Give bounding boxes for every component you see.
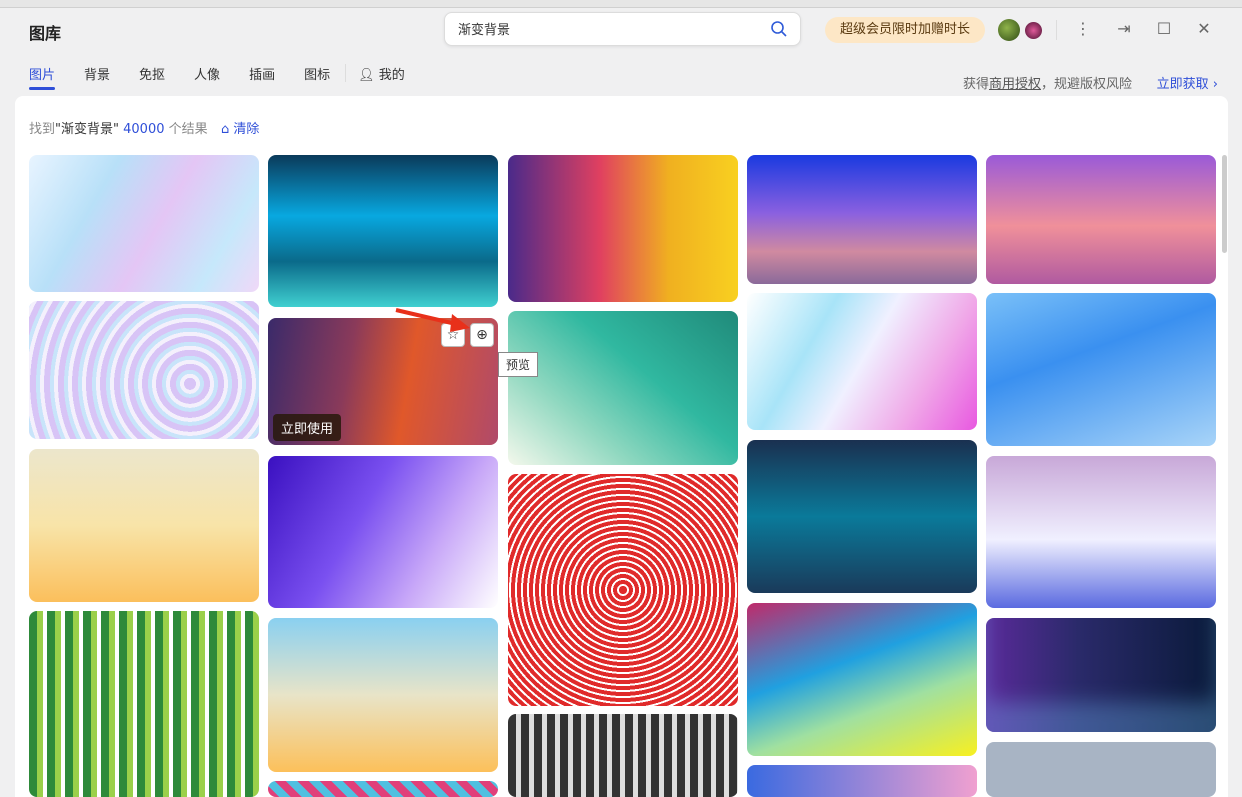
image-tile[interactable] bbox=[508, 474, 738, 706]
tab-divider bbox=[345, 64, 347, 82]
image-tile[interactable] bbox=[508, 155, 738, 302]
close-icon[interactable]: ✕ bbox=[1192, 16, 1216, 42]
image-tile[interactable] bbox=[986, 618, 1216, 732]
tab-illustrations[interactable]: 插画 bbox=[249, 64, 275, 90]
result-query: "渐变背景" bbox=[55, 122, 119, 137]
license-notice: 获得商用授权，规避版权风险 bbox=[963, 73, 1132, 92]
result-suffix: 个结果 bbox=[168, 122, 208, 137]
maximize-icon[interactable]: ☐ bbox=[1152, 16, 1176, 42]
more-icon[interactable]: ⋮ bbox=[1071, 16, 1095, 42]
exit-icon[interactable]: ⇥ bbox=[1112, 16, 1136, 42]
app-title: 图库 bbox=[29, 24, 62, 43]
image-tile[interactable] bbox=[747, 293, 977, 430]
browser-tab-strip bbox=[0, 0, 1242, 8]
clear-icon: ⌂ bbox=[221, 122, 230, 137]
preview-tooltip: 预览 bbox=[498, 352, 539, 377]
tab-images[interactable]: 图片 bbox=[29, 64, 56, 90]
tab-portraits[interactable]: 人像 bbox=[194, 64, 220, 90]
red-arrow-annotation bbox=[395, 308, 470, 332]
tab-icons[interactable]: 图标 bbox=[304, 64, 330, 90]
search-box[interactable] bbox=[444, 12, 801, 46]
license-link[interactable]: 商用授权 bbox=[989, 77, 1041, 92]
image-tile[interactable] bbox=[268, 618, 498, 772]
result-summary: 找到"渐变背景" 40000 个结果 bbox=[29, 118, 208, 137]
vip-promo-button[interactable]: 超级会员限时加赠时长 bbox=[825, 17, 985, 43]
result-prefix: 找到 bbox=[29, 122, 56, 137]
image-tile[interactable] bbox=[986, 293, 1216, 446]
image-tile[interactable] bbox=[508, 714, 738, 797]
search-input[interactable] bbox=[458, 21, 758, 36]
image-tile[interactable] bbox=[29, 301, 259, 439]
image-tile[interactable] bbox=[747, 765, 977, 797]
use-now-button[interactable]: 立即使用 bbox=[273, 414, 342, 441]
image-tile[interactable] bbox=[268, 456, 498, 608]
result-count: 40000 bbox=[123, 122, 165, 137]
get-license-link[interactable]: 立即获取 › bbox=[1157, 73, 1218, 92]
tab-backgrounds[interactable]: 背景 bbox=[84, 64, 110, 90]
category-tabs: 图片 背景 免抠 人像 插画 图标 👤︎ 我的 bbox=[29, 64, 434, 90]
clear-button[interactable]: ⌂ 清除 bbox=[221, 118, 259, 137]
get-license-label: 立即获取 bbox=[1156, 77, 1209, 92]
tab-cutouts[interactable]: 免抠 bbox=[139, 64, 165, 90]
divider bbox=[1056, 20, 1057, 40]
user-avatar[interactable] bbox=[998, 19, 1020, 41]
image-tile[interactable] bbox=[986, 155, 1216, 284]
license-suffix: ，规避版权风险 bbox=[1040, 77, 1132, 92]
image-tile[interactable] bbox=[268, 155, 498, 307]
image-tile[interactable] bbox=[747, 603, 977, 756]
tab-mine[interactable]: 👤︎ 我的 bbox=[358, 64, 405, 90]
chevron-right-icon: › bbox=[1212, 77, 1218, 92]
clear-label: 清除 bbox=[233, 122, 260, 137]
image-tile[interactable] bbox=[508, 311, 738, 465]
user-icon: 👤︎ bbox=[358, 68, 375, 83]
search-icon[interactable] bbox=[770, 20, 788, 42]
image-tile[interactable] bbox=[29, 155, 259, 292]
image-tile[interactable] bbox=[268, 781, 498, 797]
image-tile[interactable] bbox=[986, 456, 1216, 608]
image-tile[interactable] bbox=[29, 611, 259, 797]
image-tile-hovered[interactable]: 立即使用 ☆ ⊕ bbox=[268, 318, 498, 445]
image-tile[interactable] bbox=[29, 449, 259, 602]
image-tile[interactable] bbox=[747, 155, 977, 284]
image-tile[interactable] bbox=[747, 440, 977, 593]
image-tile[interactable] bbox=[986, 742, 1216, 797]
secondary-avatar[interactable] bbox=[1025, 22, 1042, 39]
tab-mine-label: 我的 bbox=[378, 68, 405, 83]
scrollbar[interactable] bbox=[1222, 155, 1227, 253]
license-prefix: 获得 bbox=[962, 77, 989, 92]
